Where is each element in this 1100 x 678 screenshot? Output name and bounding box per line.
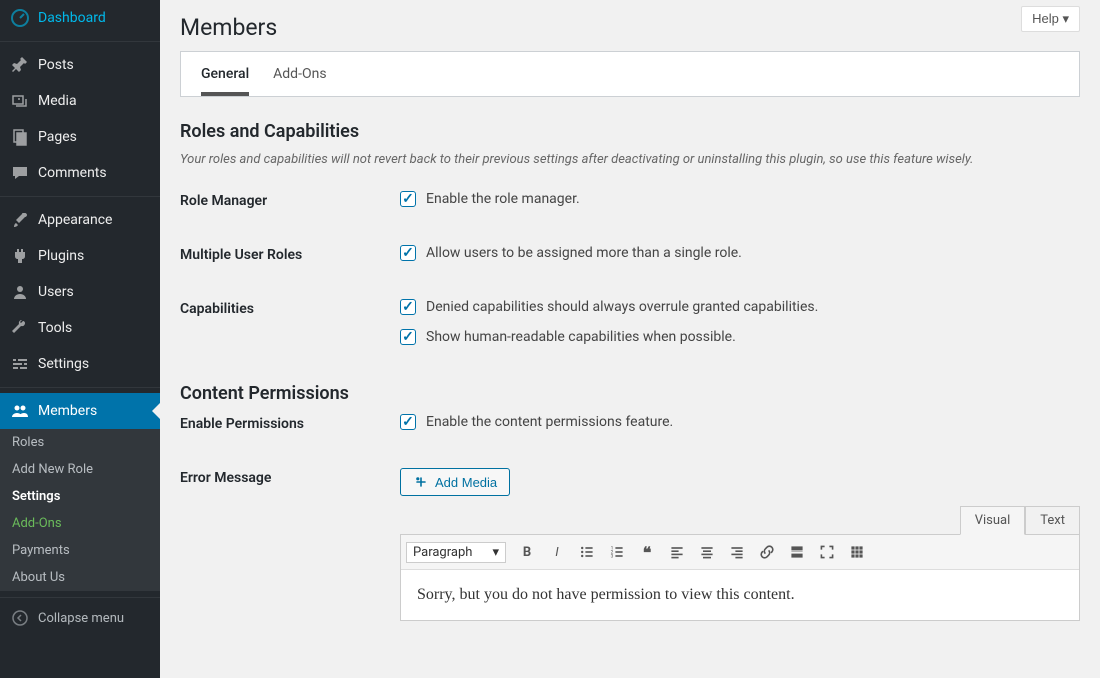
- collapse-menu[interactable]: Collapse menu: [0, 597, 160, 638]
- main-content: Help ▾ Members General Add-Ons Roles and…: [160, 0, 1100, 678]
- media-icon: [10, 91, 30, 111]
- media-icon: [413, 474, 429, 490]
- dashboard-icon: [10, 8, 30, 28]
- sidebar-item-appearance[interactable]: Appearance: [0, 202, 160, 238]
- enable-perms-cb-label: Enable the content permissions feature.: [426, 414, 673, 430]
- svg-text:3: 3: [611, 554, 614, 560]
- collapse-label: Collapse menu: [38, 611, 124, 626]
- sidebar-item-label: Plugins: [38, 248, 84, 264]
- sidebar-item-label: Users: [38, 284, 74, 300]
- bold-button[interactable]: B: [513, 538, 541, 566]
- caps-denied-checkbox[interactable]: [400, 299, 416, 315]
- sidebar-item-users[interactable]: Users: [0, 274, 160, 310]
- page-title: Members: [180, 0, 1080, 51]
- bullet-list-button[interactable]: [573, 538, 601, 566]
- tab-add-ons[interactable]: Add-Ons: [273, 52, 326, 96]
- brush-icon: [10, 210, 30, 230]
- submenu-roles[interactable]: Roles: [0, 429, 160, 456]
- role-manager-cb-label: Enable the role manager.: [426, 191, 580, 207]
- plug-icon: [10, 246, 30, 266]
- sidebar-item-members[interactable]: Members: [0, 393, 160, 429]
- editor-tab-text[interactable]: Text: [1025, 506, 1080, 535]
- sidebar-item-tools[interactable]: Tools: [0, 310, 160, 346]
- multi-roles-cb-label: Allow users to be assigned more than a s…: [426, 245, 742, 261]
- sidebar-item-pages[interactable]: Pages: [0, 119, 160, 155]
- collapse-icon: [10, 608, 30, 628]
- sidebar-item-label: Comments: [38, 165, 107, 181]
- submenu-add-ons[interactable]: Add-Ons: [0, 510, 160, 537]
- pages-icon: [10, 127, 30, 147]
- enable-perms-label: Enable Permissions: [180, 414, 400, 432]
- capabilities-label: Capabilities: [180, 299, 400, 317]
- number-list-button[interactable]: 123: [603, 538, 631, 566]
- italic-button[interactable]: I: [543, 538, 571, 566]
- help-button[interactable]: Help ▾: [1021, 6, 1080, 32]
- multi-roles-checkbox[interactable]: [400, 245, 416, 261]
- submenu-about-us[interactable]: About Us: [0, 564, 160, 591]
- multi-roles-label: Multiple User Roles: [180, 245, 400, 263]
- enable-perms-checkbox[interactable]: [400, 414, 416, 430]
- add-media-button[interactable]: Add Media: [400, 468, 510, 496]
- caps-readable-cb-label: Show human-readable capabilities when po…: [426, 329, 736, 345]
- link-button[interactable]: [753, 538, 781, 566]
- pin-icon: [10, 55, 30, 75]
- align-center-button[interactable]: [693, 538, 721, 566]
- role-manager-checkbox[interactable]: [400, 191, 416, 207]
- sidebar-item-label: Appearance: [38, 212, 112, 228]
- sidebar-item-label: Tools: [38, 320, 72, 336]
- admin-sidebar: Dashboard Posts Media Pages Comments App…: [0, 0, 160, 678]
- sliders-icon: [10, 354, 30, 374]
- submenu-add-new-role[interactable]: Add New Role: [0, 456, 160, 483]
- sidebar-item-label: Members: [38, 403, 97, 419]
- sidebar-item-posts[interactable]: Posts: [0, 47, 160, 83]
- user-icon: [10, 282, 30, 302]
- chevron-down-icon: ▾: [492, 545, 499, 560]
- wysiwyg-editor: Paragraph ▾ B I 123 ❝: [400, 534, 1080, 621]
- section-content-perms-title: Content Permissions: [180, 383, 1080, 404]
- error-message-label: Error Message: [180, 468, 400, 486]
- submenu-payments[interactable]: Payments: [0, 537, 160, 564]
- sidebar-item-label: Posts: [38, 57, 74, 73]
- sidebar-item-label: Settings: [38, 356, 89, 372]
- sidebar-item-plugins[interactable]: Plugins: [0, 238, 160, 274]
- tab-general[interactable]: General: [201, 52, 249, 96]
- sidebar-item-settings[interactable]: Settings: [0, 346, 160, 382]
- section-roles-caps-title: Roles and Capabilities: [180, 121, 1080, 142]
- caps-denied-cb-label: Denied capabilities should always overru…: [426, 299, 818, 315]
- sidebar-item-label: Dashboard: [38, 10, 106, 26]
- read-more-button[interactable]: [783, 538, 811, 566]
- sidebar-item-dashboard[interactable]: Dashboard: [0, 0, 160, 36]
- editor-tab-visual[interactable]: Visual: [960, 506, 1026, 535]
- sidebar-item-label: Media: [38, 93, 77, 109]
- comments-icon: [10, 163, 30, 183]
- sidebar-item-label: Pages: [38, 129, 77, 145]
- sidebar-item-comments[interactable]: Comments: [0, 155, 160, 191]
- settings-tabs: General Add-Ons: [180, 51, 1080, 97]
- blockquote-button[interactable]: ❝: [633, 538, 661, 566]
- toolbar-toggle-button[interactable]: [843, 538, 871, 566]
- members-icon: [10, 401, 30, 421]
- section-roles-caps-desc: Your roles and capabilities will not rev…: [180, 152, 1080, 167]
- role-manager-label: Role Manager: [180, 191, 400, 209]
- chevron-down-icon: ▾: [1062, 11, 1069, 26]
- caps-readable-checkbox[interactable]: [400, 329, 416, 345]
- wrench-icon: [10, 318, 30, 338]
- fullscreen-button[interactable]: [813, 538, 841, 566]
- editor-toolbar: Paragraph ▾ B I 123 ❝: [401, 535, 1079, 570]
- format-select[interactable]: Paragraph ▾: [406, 542, 506, 563]
- editor-content[interactable]: Sorry, but you do not have permission to…: [401, 570, 1079, 620]
- align-right-button[interactable]: [723, 538, 751, 566]
- submenu-settings[interactable]: Settings: [0, 483, 160, 510]
- align-left-button[interactable]: [663, 538, 691, 566]
- sidebar-item-media[interactable]: Media: [0, 83, 160, 119]
